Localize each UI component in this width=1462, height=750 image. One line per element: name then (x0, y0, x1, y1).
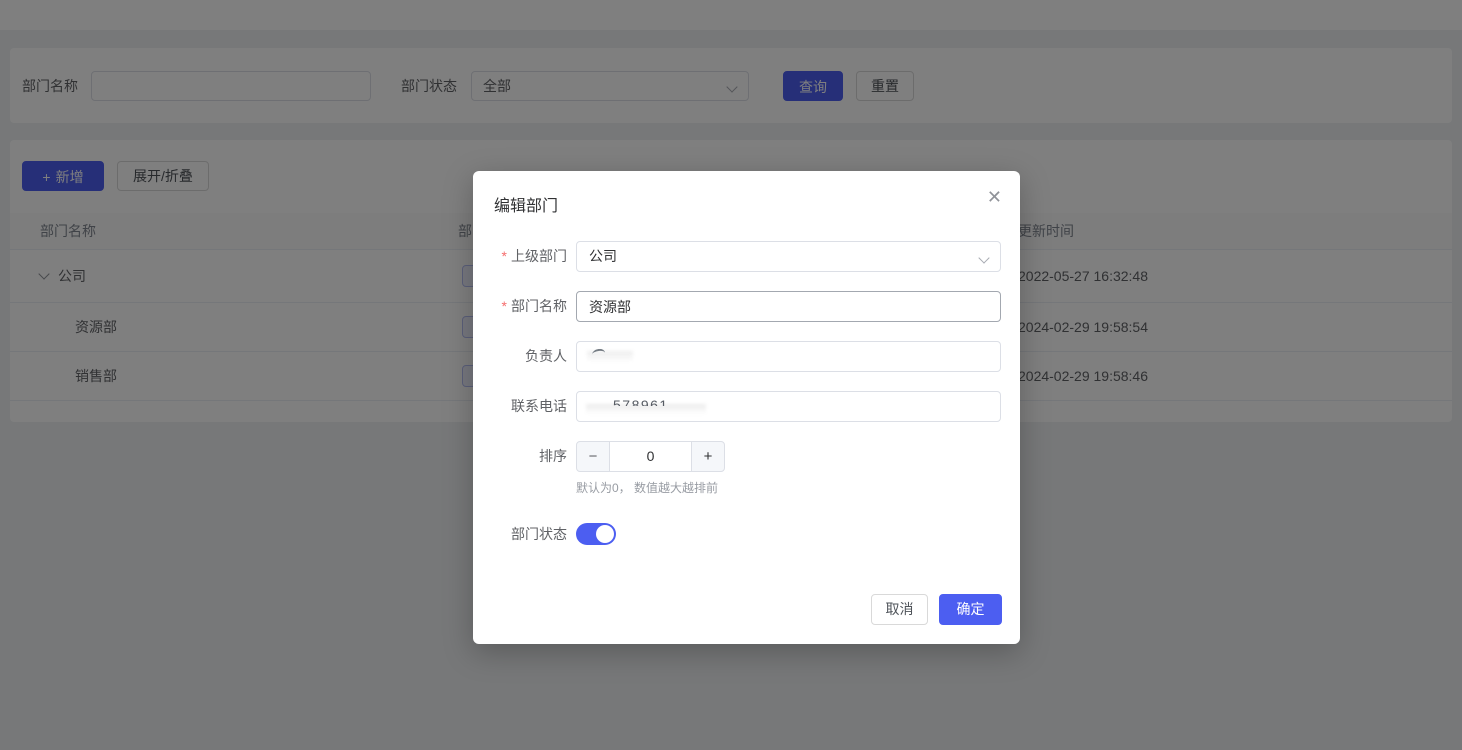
redacted-text-fragment (592, 348, 605, 355)
leader-input[interactable] (576, 341, 1001, 372)
redaction-smudge (586, 404, 706, 418)
dept-status-toggle[interactable] (576, 523, 616, 545)
required-asterisk: * (502, 298, 507, 314)
toggle-knob (596, 525, 614, 543)
phone-label: 联系电话 (473, 391, 567, 422)
redacted-phone-fragment: 578961 (613, 398, 669, 406)
parent-dept-select[interactable]: 公司 (576, 241, 1001, 272)
phone-input[interactable]: 578961 (576, 391, 1001, 422)
close-icon[interactable]: ✕ (987, 188, 1002, 206)
decrease-button[interactable]: − (577, 442, 609, 471)
edit-department-dialog: 编辑部门 ✕ *上级部门 公司 *部门名称 负责人 联系电话 578961 排序… (473, 171, 1020, 644)
chevron-down-icon (978, 252, 989, 263)
dept-name-input[interactable] (577, 292, 1000, 321)
department-management-page: 部门名称 部门状态 全部 查询 重置 +新增 展开/折叠 部门名称 部门状态 更… (0, 0, 1462, 750)
confirm-button[interactable]: 确定 (939, 594, 1002, 625)
sort-hint-text: 默认为0， 数值越大越排前 (576, 479, 718, 496)
required-asterisk: * (502, 248, 507, 264)
dialog-title: 编辑部门 (494, 192, 558, 216)
leader-label: 负责人 (473, 341, 567, 372)
sort-stepper: − 0 + (576, 441, 725, 472)
dept-name-input-wrap (576, 291, 1001, 322)
dept-name-label: *部门名称 (473, 291, 567, 322)
parent-dept-label: *上级部门 (473, 241, 567, 272)
parent-dept-selected-value: 公司 (589, 248, 617, 264)
dept-status-label: 部门状态 (473, 519, 567, 550)
sort-value-input[interactable]: 0 (609, 442, 692, 471)
increase-button[interactable]: + (692, 442, 724, 471)
cancel-button[interactable]: 取消 (871, 594, 928, 625)
sort-label: 排序 (473, 441, 567, 472)
